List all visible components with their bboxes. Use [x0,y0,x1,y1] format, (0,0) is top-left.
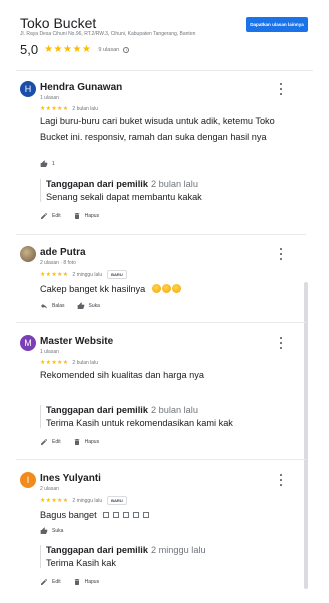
rating-value: 5,0 [20,42,39,57]
review-card: H Hendra Gunawan 1 ulasan ★★★★★ 2 bulan … [20,81,290,226]
reviewer-meta: 2 ulasan [40,486,59,492]
review-actions: Balas Suka [40,302,112,310]
thumbs-up-icon [40,527,48,534]
more-options-icon[interactable] [278,474,284,486]
review-text-row: Cakep banget kk hasilnya [40,281,295,297]
thumbs-up-icon [77,302,84,309]
reply-button[interactable]: Balas [40,302,65,310]
delete-button[interactable]: Hapus [73,212,99,220]
delete-button[interactable]: Hapus [73,578,99,586]
more-options-icon[interactable] [278,83,284,95]
review-time: 2 minggu lalu [72,271,103,278]
reviewer-name[interactable]: ade Putra [40,247,86,258]
pencil-icon [41,213,47,219]
trash-icon [74,213,79,219]
review-actions: Suka [40,527,75,535]
review-rating-row: ★★★★★ 2 minggu lalu BARU [40,496,127,505]
divider [16,234,306,235]
review-time: 2 minggu lalu [72,497,103,504]
business-address: Jl. Raya Desa Cihuni No.96, RT.2/RW.3, C… [20,31,196,37]
review-time: 2 bulan lalu [72,105,98,112]
reply-actions: Edit Hapus [40,212,111,220]
reply-time: 2 minggu lalu [150,545,206,555]
reply-icon [41,303,47,309]
owner-reply: Tanggapan dari pemilik 2 minggu lalu Teri… [40,545,290,568]
new-badge: BARU [107,496,127,505]
new-badge: BARU [107,270,127,279]
review-stars: ★★★★★ [40,272,69,278]
avatar[interactable]: M [20,335,36,351]
business-name: Toko Bucket [20,15,97,31]
rating-stars: ★★★★★ [44,44,92,55]
review-text: Rekomended sih kualitas dan harga nya [40,370,204,380]
review-stars: ★★★★★ [40,106,69,112]
heart-eyes-emoji-icon [151,284,181,294]
trash-icon [74,439,79,445]
reviewer-name[interactable]: Hendra Gunawan [40,82,122,93]
more-options-icon[interactable] [278,337,284,349]
pencil-icon [41,439,47,445]
reply-time: 2 bulan lalu [150,179,198,189]
reply-actions: Edit Hapus [40,438,111,446]
reply-text: Terima Kasih untuk rekomendasikan kami k… [46,418,233,428]
info-icon[interactable]: i [123,46,130,53]
like-button[interactable]: 1 [40,160,55,168]
review-time: 2 bulan lalu [72,359,98,366]
unrendered-emoji-icon [99,510,150,520]
review-card: I Ines Yulyanti 2 ulasan ★★★★★ 2 minggu … [20,472,290,597]
reviewer-meta: 2 ulasan · 8 foto [40,260,76,266]
edit-button[interactable]: Edit [40,212,61,220]
review-text-row: Bagus banget [40,507,295,523]
review-rating-row: ★★★★★ 2 bulan lalu [40,105,98,113]
review-text: Cakep banget kk hasilnya [40,284,146,294]
divider [16,70,313,71]
reply-owner-label: Tanggapan dari pemilik [46,179,148,189]
review-text: Lagi buru-buru cari buket wisuda untuk a… [40,116,275,142]
like-button[interactable]: Suka [77,302,100,310]
review-card: M Master Website 1 ulasan ★★★★★ 2 bulan … [20,335,290,450]
like-button[interactable]: Suka [40,527,63,535]
edit-button[interactable]: Edit [40,578,61,586]
reply-actions: Edit Hapus [40,578,111,586]
review-stars: ★★★★★ [40,498,69,504]
reply-text: Terima Kasih kak [46,558,116,568]
pencil-icon [41,579,47,585]
trash-icon [74,579,79,585]
get-more-reviews-button[interactable]: Dapatkan ulasan lainnya [246,17,308,32]
avatar[interactable]: H [20,81,36,97]
review-rating-row: ★★★★★ 2 bulan lalu [40,359,98,367]
more-options-icon[interactable] [278,248,284,260]
edit-button[interactable]: Edit [40,438,61,446]
review-actions: 1 [40,160,67,168]
owner-reply: Tanggapan dari pemilik 2 bulan lalu Terim… [40,405,290,428]
reviewer-meta: 1 ulasan [40,349,59,355]
business-header: Toko Bucket Jl. Raya Desa Cihuni No.96, … [0,0,329,72]
review-rating-row: ★★★★★ 2 minggu lalu BARU [40,270,127,279]
review-text: Bagus banget [40,510,97,520]
scrollbar-thumb[interactable] [304,282,308,589]
reviewer-name[interactable]: Ines Yulyanti [40,473,101,484]
reply-owner-label: Tanggapan dari pemilik [46,405,148,415]
reviewer-meta: 1 ulasan [40,95,59,101]
divider [16,322,306,323]
reviewer-name[interactable]: Master Website [40,336,113,347]
review-card: ade Putra 2 ulasan · 8 foto ★★★★★ 2 ming… [20,246,290,316]
delete-button[interactable]: Hapus [73,438,99,446]
reply-time: 2 bulan lalu [150,405,198,415]
avatar[interactable] [20,246,36,262]
review-count[interactable]: 9 ulasan [98,47,119,53]
owner-reply: Tanggapan dari pemilik 2 bulan lalu Senan… [40,179,290,202]
review-stars: ★★★★★ [40,360,69,366]
divider [16,459,306,460]
avatar[interactable]: I [20,472,36,488]
thumbs-up-icon [40,160,48,167]
reply-owner-label: Tanggapan dari pemilik [46,545,148,555]
reply-text: Senang sekali dapat membantu kakak [46,192,202,202]
like-count: 1 [52,161,55,167]
rating-summary: 5,0 ★★★★★ 9 ulasan i [20,42,130,57]
